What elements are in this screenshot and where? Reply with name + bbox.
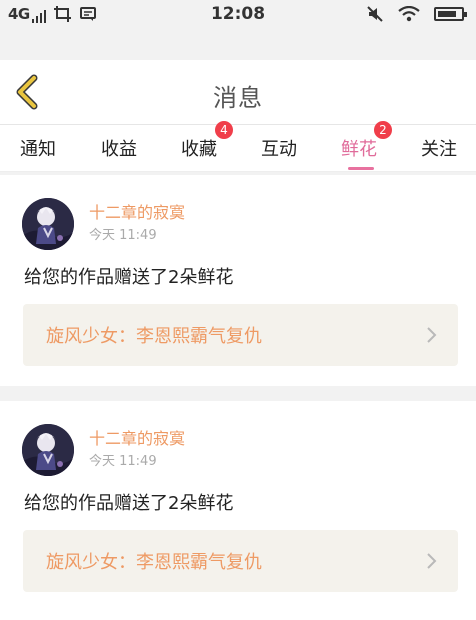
flowers-badge: 2 (374, 121, 392, 139)
chevron-right-icon (427, 553, 437, 569)
next-card-edge (0, 612, 476, 620)
wifi-icon (398, 6, 420, 22)
tab-label: 收藏 (181, 139, 217, 160)
active-tab-indicator (348, 167, 374, 170)
tab-flowers[interactable]: 鲜花 2 (341, 121, 392, 170)
message-text: 给您的作品赠送了2朵鲜花 (24, 493, 234, 514)
work-title: 旋风少女：李恩熙霸气复仇 (46, 552, 262, 573)
tab-label: 鲜花 (341, 139, 377, 160)
sender-name[interactable]: 十二章的寂寞 (89, 199, 185, 223)
message-time: 今天 11:49 (89, 228, 157, 243)
work-link[interactable]: 旋风少女：李恩熙霸气复仇 (23, 530, 458, 592)
work-link[interactable]: 旋风少女：李恩熙霸气复仇 (23, 304, 458, 366)
battery-icon (434, 7, 467, 21)
tab-label: 通知 (20, 139, 56, 160)
avatar[interactable] (22, 424, 74, 476)
message-text: 给您的作品赠送了2朵鲜花 (24, 267, 234, 288)
tab-label: 关注 (421, 139, 457, 160)
message-time: 今天 11:49 (89, 454, 157, 469)
favorites-badge: 4 (215, 121, 233, 139)
app-header: 消息 (0, 60, 476, 125)
work-title: 旋风少女：李恩熙霸气复仇 (46, 326, 262, 347)
tab-label: 收益 (101, 139, 137, 160)
status-bar: 4G 12:08 (0, 0, 476, 30)
tab-notifications[interactable]: 通知 (20, 135, 56, 161)
page-title: 消息 (213, 84, 263, 112)
tab-favorites[interactable]: 收藏 4 (181, 121, 233, 161)
sender-name[interactable]: 十二章的寂寞 (89, 425, 185, 449)
tab-interactions[interactable]: 互动 (261, 135, 297, 161)
avatar[interactable] (22, 198, 74, 250)
tab-label: 互动 (261, 139, 297, 160)
tab-following[interactable]: 关注 (421, 135, 457, 161)
chevron-right-icon (427, 327, 437, 343)
tab-bar: 通知 收益 收藏 4 互动 鲜花 2 关注 (0, 121, 476, 172)
message-card: 十二章的寂寞 今天 11:49 给您的作品赠送了2朵鲜花 旋风少女：李恩熙霸气复… (0, 175, 476, 386)
status-right (366, 5, 467, 23)
mute-icon (367, 6, 383, 22)
message-card: 十二章的寂寞 今天 11:49 给您的作品赠送了2朵鲜花 旋风少女：李恩熙霸气复… (0, 401, 476, 612)
tab-earnings[interactable]: 收益 (101, 135, 137, 161)
